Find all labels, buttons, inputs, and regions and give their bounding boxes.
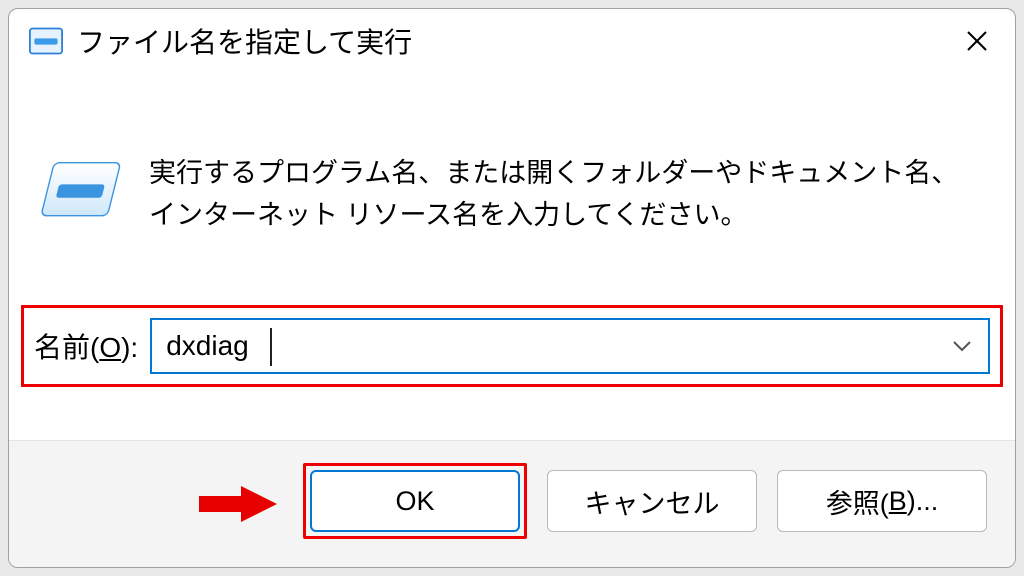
close-button[interactable] xyxy=(955,19,999,63)
titlebar: ファイル名を指定して実行 xyxy=(9,9,1015,73)
chevron-down-icon[interactable] xyxy=(944,340,988,352)
browse-accel: B xyxy=(889,486,907,517)
run-dialog: ファイル名を指定して実行 実行するプログラム名、または開くフォルダーやドキュメン… xyxy=(8,8,1016,568)
ok-button-highlight: OK xyxy=(303,463,527,539)
label-suffix: ): xyxy=(121,332,138,363)
browse-prefix: 参照( xyxy=(826,482,889,521)
instruction-text: 実行するプログラム名、または開くフォルダーやドキュメント名、インターネット リソ… xyxy=(149,153,985,237)
arrow-annotation-icon xyxy=(199,484,277,524)
run-icon xyxy=(29,27,63,55)
run-icon-large xyxy=(39,157,125,229)
button-bar: OK キャンセル 参照(B)... xyxy=(9,440,1015,567)
content-area: 実行するプログラム名、または開くフォルダーやドキュメント名、インターネット リソ… xyxy=(9,73,1015,267)
ok-button[interactable]: OK xyxy=(310,470,520,532)
browse-suffix: )... xyxy=(907,486,939,517)
label-prefix: 名前( xyxy=(34,332,99,363)
label-accel: O xyxy=(99,332,121,363)
name-combobox[interactable] xyxy=(150,318,990,374)
browse-button[interactable]: 参照(B)... xyxy=(777,470,987,532)
name-label: 名前(O): xyxy=(34,326,138,366)
close-icon xyxy=(966,30,988,52)
cancel-button[interactable]: キャンセル xyxy=(547,470,757,532)
text-caret xyxy=(270,328,272,366)
dialog-title: ファイル名を指定して実行 xyxy=(77,21,941,61)
input-row-highlight: 名前(O): xyxy=(21,305,1003,387)
